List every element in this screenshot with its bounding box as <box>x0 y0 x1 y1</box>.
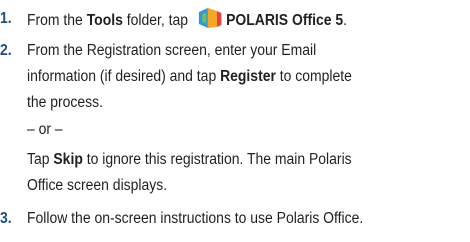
step-2-line-2-pre: information (if desired) and tap <box>27 68 221 85</box>
step-1-text-mid: folder, tap <box>122 12 192 29</box>
or-separator: – or – <box>27 121 63 138</box>
step-2-line-5-post: to ignore this registration. The main Po… <box>82 151 352 168</box>
step-1-text-pre: From the <box>27 12 87 29</box>
step-2-line-5-pre: Tap <box>27 151 54 168</box>
step-2-line-2-post: to complete <box>275 68 352 85</box>
step-1-text: From the Tools folder, tap POLARIS Offic… <box>27 6 347 39</box>
step-2-line-3: the process. <box>27 94 103 111</box>
instruction-document: 1. From the Tools folder, tap POLARIS Of… <box>0 0 470 242</box>
skip-label: Skip <box>53 151 83 168</box>
polaris-office-label: POLARIS Office 5 <box>226 12 344 29</box>
step-2-line-2: information (if desired) and tap Registe… <box>27 64 352 90</box>
step-2-number: 2. <box>0 42 12 59</box>
tools-folder-label: Tools <box>86 12 123 29</box>
step-3-text: Follow the on-screen instructions to use… <box>27 210 364 227</box>
step-2-line-6: Office screen displays. <box>27 177 168 194</box>
step-3-number: 3. <box>0 210 12 227</box>
step-2-line-5: Tap Skip to ignore this registration. Th… <box>27 147 352 173</box>
register-label: Register <box>220 68 276 85</box>
step-1-number: 1. <box>0 10 12 27</box>
polaris-office-icon <box>197 6 222 39</box>
step-2-line-1: From the Registration screen, enter your… <box>27 42 317 59</box>
step-1-text-post: . <box>343 12 348 29</box>
